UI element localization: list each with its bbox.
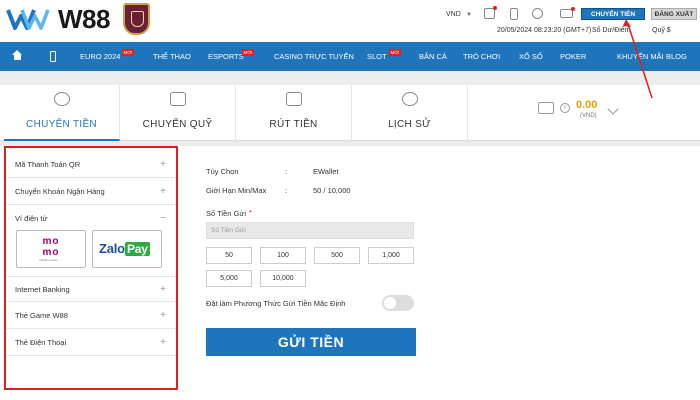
option-value: EWallet <box>313 167 339 176</box>
method-label: Chuyển Khoản Ngân Hàng <box>15 187 105 196</box>
method-label: Thẻ Điện Thoại <box>15 338 67 347</box>
mobile-icon[interactable] <box>50 51 56 62</box>
chevron-down-icon[interactable] <box>607 103 619 115</box>
tab-history[interactable]: LỊCH SỬ <box>352 85 468 141</box>
amount-label: Số Tiền Gửi <box>206 209 247 218</box>
chevron-down-icon: ▼ <box>466 12 472 18</box>
method-phone-card[interactable]: Thẻ Điện Thoại + <box>6 330 176 356</box>
tab-transfer[interactable]: CHUYỂN QUỸ <box>120 85 236 141</box>
method-internet-banking[interactable]: Internet Banking + <box>6 276 176 302</box>
plus-icon: + <box>160 186 166 197</box>
amount-1000-button[interactable]: 1,000 <box>368 247 414 264</box>
colon: : <box>285 186 288 195</box>
mail-icon[interactable] <box>560 7 575 18</box>
club-crest-icon <box>123 3 150 35</box>
plus-icon: + <box>160 310 166 321</box>
amount-100-button[interactable]: 100 <box>260 247 306 264</box>
nav-item-fishing[interactable]: BẮN CÁ <box>419 42 447 71</box>
nav-item-poker[interactable]: POKER <box>560 42 586 71</box>
amount-10000-button[interactable]: 10,000 <box>260 270 306 287</box>
piggy-bank-icon <box>53 92 70 106</box>
new-badge: MỚI <box>389 49 401 56</box>
wallet-amount: 0.00 <box>576 99 598 111</box>
currency-select[interactable]: VND <box>446 11 461 18</box>
colon: : <box>285 167 288 176</box>
new-badge: MỚI <box>242 49 254 56</box>
home-icon[interactable] <box>12 50 23 61</box>
user-icon[interactable] <box>532 8 543 19</box>
default-method-label: Đặt làm Phương Thức Gửi Tiền Mặc Định <box>206 299 346 308</box>
withdraw-icon <box>285 92 302 106</box>
momo-caption: mobile money <box>39 258 58 262</box>
phone-icon[interactable] <box>510 8 518 20</box>
tab-label: CHUYỂN TIỀN <box>26 119 97 130</box>
method-bank-transfer[interactable]: Chuyển Khoản Ngân Hàng + <box>6 179 176 205</box>
brand-name[interactable]: W88 <box>58 4 110 35</box>
plus-icon: + <box>160 337 166 348</box>
amount-input[interactable]: Số Tiền Gửi <box>206 222 414 239</box>
new-badge: MỚI <box>122 49 134 56</box>
nav-item-slot[interactable]: SLOT <box>367 42 387 71</box>
history-icon <box>401 92 418 106</box>
plus-icon: + <box>160 284 166 295</box>
pay-text: Pay <box>124 242 150 256</box>
nav-item-esports[interactable]: ESPORTS <box>208 42 244 71</box>
zalopay-logo: Zalo Pay <box>99 241 155 257</box>
nav-item-euro2024[interactable]: EURO 2024 <box>80 42 120 71</box>
limit-value: 50 / 10,000 <box>313 186 351 195</box>
amount-50-button[interactable]: 50 <box>206 247 252 264</box>
limit-label: Giới Hạn Min/Max <box>206 186 267 195</box>
method-label: Mã Thanh Toán QR <box>15 160 81 169</box>
deposit-top-button[interactable]: CHUYỂN TIỀN <box>581 8 645 20</box>
wallet-unit: (VND) <box>580 113 597 119</box>
w88-logo-mark[interactable] <box>6 6 50 32</box>
default-method-toggle[interactable] <box>382 295 414 311</box>
main-nav: EURO 2024 MỚI THỂ THAO ESPORTS MỚI CASIN… <box>0 42 700 71</box>
momo-option[interactable]: mo mo mobile money <box>16 230 86 268</box>
balance-label[interactable]: Số Dư/Điểm <box>592 27 631 34</box>
plus-icon: + <box>160 159 166 170</box>
deposit-panel: Mã Thanh Toán QR + Chuyển Khoản Ngân Hàn… <box>0 146 700 400</box>
method-label: Internet Banking <box>15 285 70 294</box>
wallet-summary[interactable]: i 0.00 (VND) <box>466 85 700 141</box>
tab-label: RÚT TIỀN <box>269 119 318 130</box>
zalo-text: Zalo <box>99 241 125 256</box>
minus-icon: − <box>160 213 166 224</box>
submit-deposit-button[interactable]: GỬI TIỀN <box>206 328 416 356</box>
tab-withdraw[interactable]: RÚT TIỀN <box>236 85 352 141</box>
tab-label: CHUYỂN QUỸ <box>142 119 213 130</box>
wallet-icon <box>538 102 554 114</box>
nav-item-sports[interactable]: THỂ THAO <box>153 42 191 71</box>
nav-item-promotions[interactable]: KHUYẾN MÃI <box>617 42 664 71</box>
gift-icon[interactable] <box>484 6 497 19</box>
method-label: Thẻ Game W88 <box>15 311 68 320</box>
fund-label[interactable]: Quỹ $ <box>652 27 671 34</box>
required-mark: * <box>249 208 252 217</box>
zalopay-option[interactable]: Zalo Pay <box>92 230 162 268</box>
nav-item-lottery[interactable]: XỔ SỐ <box>519 42 543 71</box>
datetime-text: 20/05/2024 08:23:20 (GMT+7) <box>497 27 592 34</box>
nav-item-casino[interactable]: CASINO TRỰC TUYẾN <box>274 42 354 71</box>
method-ewallet[interactable]: Ví điện tử − <box>6 206 176 232</box>
tab-label: LỊCH SỬ <box>388 119 431 130</box>
info-icon[interactable]: i <box>560 103 570 113</box>
nav-item-games[interactable]: TRÒ CHƠI <box>463 42 500 71</box>
amount-500-button[interactable]: 500 <box>314 247 360 264</box>
payment-method-list: Mã Thanh Toán QR + Chuyển Khoản Ngân Hàn… <box>4 146 178 390</box>
tab-deposit[interactable]: CHUYỂN TIỀN <box>4 85 120 141</box>
method-label: Ví điện tử <box>15 214 48 223</box>
logout-button[interactable]: ĐĂNG XUẤT <box>651 8 697 20</box>
top-bar: W88 VND ▼ CHUYỂN TIỀN ĐĂNG XUẤT 20/05/20… <box>0 0 700 42</box>
amount-5000-button[interactable]: 5,000 <box>206 270 252 287</box>
nav-item-blog[interactable]: BLOG <box>666 42 687 71</box>
method-w88-card[interactable]: Thẻ Game W88 + <box>6 303 176 329</box>
method-qr[interactable]: Mã Thanh Toán QR + <box>6 152 176 178</box>
funds-tabs: CHUYỂN TIỀN CHUYỂN QUỸ RÚT TIỀN LỊCH SỬ … <box>0 85 700 141</box>
transfer-icon <box>169 92 186 106</box>
option-label: Tùy Chọn <box>206 167 239 176</box>
